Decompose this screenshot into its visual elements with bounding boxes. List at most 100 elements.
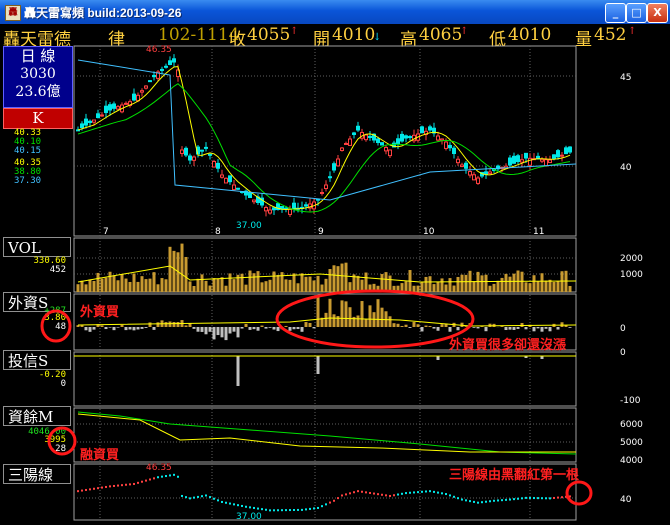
trust-bar — [316, 356, 320, 374]
volume-bar — [552, 282, 556, 292]
sun-line-dot — [337, 497, 339, 500]
candle-body — [96, 113, 100, 118]
sun-line-dot — [149, 478, 151, 481]
volume-bar — [92, 281, 96, 292]
sun-line-dot — [441, 492, 443, 495]
foreign-bar — [404, 324, 408, 327]
candle-body — [460, 164, 464, 168]
foreign-bar — [476, 327, 480, 329]
sun-line-dot — [533, 497, 535, 500]
volume-bar — [512, 273, 516, 292]
foreign-bar — [120, 324, 124, 327]
candle-body — [100, 114, 104, 117]
foreign-bar — [296, 327, 300, 330]
volume-bar — [528, 283, 532, 292]
volume-bar — [440, 278, 444, 292]
candle-body — [332, 163, 336, 171]
sun-line-dot — [169, 474, 171, 477]
volume-bar — [140, 276, 144, 292]
volume-bar — [388, 275, 392, 292]
foreign-bar — [556, 327, 560, 330]
candle-body — [540, 158, 544, 162]
sun-line-dot — [245, 505, 247, 508]
foreign-bar — [192, 327, 196, 329]
volume-bar — [152, 272, 156, 292]
candle-body — [124, 102, 128, 105]
volume-bar — [536, 281, 540, 292]
candle-body — [408, 136, 412, 139]
candle-body — [548, 159, 552, 164]
foreign-bar — [304, 322, 308, 327]
sun-line-dot — [265, 508, 267, 511]
volume-bar — [556, 281, 560, 292]
y-tick-label: 40 — [620, 495, 632, 505]
sun-line-dot — [145, 479, 147, 482]
foreign-bar — [248, 327, 252, 330]
candle-body — [204, 146, 208, 149]
volume-bar — [108, 271, 112, 292]
candle-body — [188, 155, 192, 161]
volume-bar — [164, 279, 168, 292]
volume-bar — [472, 281, 476, 292]
foreign-bar — [436, 327, 440, 331]
volume-bar — [244, 284, 248, 292]
sun-line-dot — [101, 486, 103, 489]
sun-line-dot — [129, 483, 131, 486]
foreign-bar — [216, 327, 220, 336]
candle-body — [216, 162, 220, 169]
sun-line-dot — [557, 496, 559, 499]
candle-body — [264, 207, 268, 212]
candle-body — [192, 156, 196, 161]
volume-bar — [384, 272, 388, 292]
volume-bar — [316, 275, 320, 292]
sun-line-dot — [401, 492, 403, 495]
foreign-bar — [128, 327, 132, 330]
candle-body — [236, 187, 240, 190]
candle-body — [184, 147, 188, 156]
sun-line-dot — [93, 487, 95, 490]
ma-slow-line — [77, 59, 577, 201]
volume-bar — [284, 279, 288, 292]
sun-line-dot — [457, 497, 459, 500]
candle-body — [468, 171, 472, 176]
foreign-bar — [564, 325, 568, 327]
sun-line-dot — [289, 509, 291, 512]
volume-bar — [132, 273, 136, 292]
sun-line-dot — [177, 475, 179, 478]
foreign-bar — [140, 327, 144, 329]
volume-bar — [220, 277, 224, 292]
foreign-bar — [516, 327, 520, 329]
volume-bar — [508, 276, 512, 292]
foreign-bar — [432, 327, 436, 329]
foreign-bar — [92, 327, 96, 330]
candle-body — [516, 155, 520, 162]
foreign-bar — [368, 305, 372, 327]
y-tick-label: 1000 — [620, 270, 643, 280]
volume-bar — [484, 274, 488, 292]
volume-bar — [240, 273, 244, 292]
candle-body — [116, 106, 120, 110]
foreign-bar — [284, 325, 288, 327]
foreign-bar — [224, 327, 228, 341]
sun-line-dot — [161, 475, 163, 478]
foreign-bar — [524, 327, 528, 330]
volume-bar — [524, 282, 528, 292]
volume-bar — [436, 281, 440, 292]
foreign-bar — [220, 327, 224, 338]
sun-line-dot — [193, 496, 195, 499]
candle-body — [108, 104, 112, 111]
candle-body — [248, 191, 252, 198]
volume-bar — [80, 280, 84, 292]
volume-bar — [172, 250, 176, 292]
volume-bar — [228, 273, 232, 292]
foreign-bar — [408, 327, 412, 328]
sun-line-dot — [237, 504, 239, 507]
volume-bar — [336, 266, 340, 292]
candle-body — [456, 158, 460, 164]
volume-bar — [464, 274, 468, 292]
candle-body — [476, 177, 480, 184]
candle-body — [164, 65, 168, 68]
x-tick-label: 10 — [423, 227, 435, 237]
sun-line-dot — [229, 502, 231, 505]
x-tick-label: 8 — [215, 227, 221, 237]
